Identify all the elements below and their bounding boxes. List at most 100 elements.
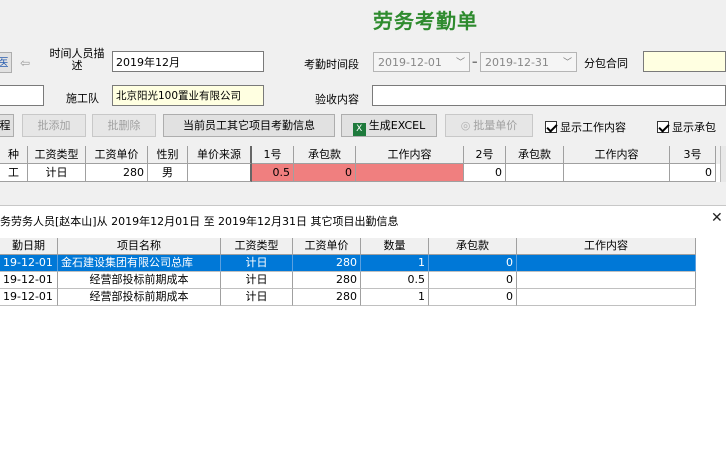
table-header-cell[interactable]: 数量 [361, 238, 429, 255]
price-icon: ◎ [460, 119, 471, 132]
table-cell[interactable]: 经营部投标前期成本 [58, 289, 221, 306]
grid-cell[interactable]: 0.5 [252, 164, 294, 182]
generate-excel-label: 生成EXCEL [368, 119, 426, 132]
table-cell[interactable]: 19-12-01 [0, 255, 58, 272]
attendance-grid: 种 工资类型 工资单价 性别 单价来源 1号 承包款 工作内容 2号 承包款 工… [0, 146, 726, 188]
table-header-cell[interactable]: 承包款 [429, 238, 517, 255]
grid-cell[interactable]: 计日 [28, 164, 86, 182]
grid-cell[interactable] [506, 164, 564, 182]
subcontract-input[interactable] [643, 51, 726, 72]
grid-header-cell[interactable]: 承包款 [294, 146, 356, 164]
table-cell[interactable]: 经营部投标前期成本 [58, 272, 221, 289]
page-title: 劳务考勤单 [373, 9, 478, 33]
arrow-left-icon[interactable]: ⇦ [20, 56, 30, 70]
grid-header-cell[interactable]: 承包款 [506, 146, 564, 164]
grid-scrollbar[interactable] [720, 146, 726, 182]
table-cell[interactable]: 0.5 [361, 272, 429, 289]
grid-header-cell[interactable]: 工作内容 [564, 146, 670, 164]
grid-cell[interactable] [564, 164, 670, 182]
acceptance-label: 验收内容 [315, 93, 359, 106]
other-projects-button[interactable]: 当前员工其它项目考勤信息 [163, 114, 335, 137]
partial-left-toolbar-button[interactable]: 程 [0, 114, 14, 137]
acceptance-input[interactable] [372, 85, 726, 106]
table-cell[interactable]: 计日 [221, 289, 293, 306]
table-cell[interactable]: 1 [361, 255, 429, 272]
checkbox-checked-icon [657, 121, 669, 133]
table-cell[interactable]: 280 [293, 272, 361, 289]
partial-left-input[interactable] [0, 85, 44, 106]
chevron-down-icon: ﹀ [562, 58, 572, 68]
grid-header-cell[interactable]: 种 [0, 146, 28, 164]
grid-header-cell[interactable]: 3号 [670, 146, 716, 164]
grid-header-cell[interactable]: 1号 [252, 146, 294, 164]
grid-cell[interactable]: 0 [464, 164, 506, 182]
popup-title: 务劳务人员[赵本山]从 2019年12月01日 至 2019年12月31日 其它… [0, 215, 399, 228]
table-cell[interactable]: 0 [429, 272, 517, 289]
grid-cell[interactable]: 男 [148, 164, 188, 182]
table-cell[interactable]: 0 [429, 289, 517, 306]
table-cell[interactable] [517, 289, 696, 306]
grid-header-row: 种 工资类型 工资单价 性别 单价来源 1号 承包款 工作内容 2号 承包款 工… [0, 146, 726, 164]
show-content-label: 显示工作内容 [560, 121, 626, 134]
checkbox-checked-icon [545, 121, 557, 133]
date-from-picker[interactable]: 2019-12-01 ﹀ [373, 52, 470, 72]
attendance-period-label: 考勤时间段 [304, 58, 359, 71]
grid-cell[interactable]: 工 [0, 164, 28, 182]
table-cell[interactable]: 280 [293, 289, 361, 306]
partial-left-button[interactable]: 医 [0, 52, 12, 73]
grid-header-cell[interactable]: 单价来源 [188, 146, 252, 164]
table-cell[interactable]: 0 [429, 255, 517, 272]
table-cell[interactable]: 计日 [221, 255, 293, 272]
table-header-cell[interactable]: 项目名称 [58, 238, 221, 255]
grid-cell[interactable]: 0 [670, 164, 716, 182]
grid-header-cell[interactable]: 性别 [148, 146, 188, 164]
excel-icon: X [352, 123, 366, 136]
subcontract-label: 分包合同 [584, 57, 628, 70]
grid-cell[interactable] [188, 164, 252, 182]
chevron-down-icon: ﹀ [455, 58, 465, 68]
batch-delete-button[interactable]: 批删除 [92, 114, 156, 137]
grid-header-cell[interactable]: 工资类型 [28, 146, 86, 164]
table-cell[interactable] [517, 272, 696, 289]
table-row[interactable]: 工 计日 280 男 0.5 0 0 0 [0, 164, 720, 182]
grid-header-cell[interactable]: 工资单价 [86, 146, 148, 164]
title-bar: 劳务考勤单 [0, 0, 726, 38]
table-cell[interactable]: 280 [293, 255, 361, 272]
batch-add-button[interactable]: 批添加 [22, 114, 86, 137]
construction-team-input[interactable]: 北京阳光100置业有限公司 [112, 85, 264, 106]
table-header-cell[interactable]: 工资单价 [293, 238, 361, 255]
date-from-value: 2019-12-01 [378, 56, 442, 69]
table-row[interactable]: 19-12-01 经营部投标前期成本 计日 280 0.5 0 [0, 272, 696, 289]
grid-header-cell[interactable]: 工作内容 [356, 146, 464, 164]
other-projects-popup: 务劳务人员[赵本山]从 2019年12月01日 至 2019年12月31日 其它… [0, 205, 726, 450]
date-to-picker[interactable]: 2019-12-31 ﹀ [480, 52, 577, 72]
date-separator: – [472, 55, 478, 68]
time-desc-label: 时间人员描述 [49, 47, 105, 72]
time-desc-input[interactable]: 2019年12月 [112, 51, 264, 72]
show-contract-checkbox[interactable]: 显示承包 [657, 119, 716, 135]
table-cell[interactable]: 19-12-01 [0, 289, 58, 306]
generate-excel-button[interactable]: X 生成EXCEL [341, 114, 437, 137]
table-cell[interactable]: 金石建设集团有限公司总库 [58, 255, 221, 272]
close-icon[interactable]: ✕ [711, 210, 723, 226]
grid-cell[interactable] [356, 164, 464, 182]
show-contract-label: 显示承包 [672, 121, 716, 134]
table-cell[interactable]: 1 [361, 289, 429, 306]
grid-header-cell[interactable]: 2号 [464, 146, 506, 164]
grid-cell[interactable]: 280 [86, 164, 148, 182]
table-header-cell[interactable]: 工资类型 [221, 238, 293, 255]
table-cell[interactable]: 19-12-01 [0, 272, 58, 289]
table-cell[interactable] [517, 255, 696, 272]
table-cell[interactable]: 计日 [221, 272, 293, 289]
table-row[interactable]: 19-12-01 金石建设集团有限公司总库 计日 280 1 0 [0, 255, 696, 272]
table-header-row: 勤日期 项目名称 工资类型 工资单价 数量 承包款 工作内容 [0, 238, 696, 255]
construction-team-label: 施工队 [66, 92, 99, 105]
date-to-value: 2019-12-31 [485, 56, 549, 69]
batch-price-button[interactable]: ◎ 批量单价 [445, 114, 533, 137]
grid-cell[interactable]: 0 [294, 164, 356, 182]
table-header-cell[interactable]: 工作内容 [517, 238, 696, 255]
show-content-checkbox[interactable]: 显示工作内容 [545, 119, 626, 135]
table-header-cell[interactable]: 勤日期 [0, 238, 58, 255]
table-row[interactable]: 19-12-01 经营部投标前期成本 计日 280 1 0 [0, 289, 696, 306]
batch-price-label: 批量单价 [473, 119, 518, 132]
